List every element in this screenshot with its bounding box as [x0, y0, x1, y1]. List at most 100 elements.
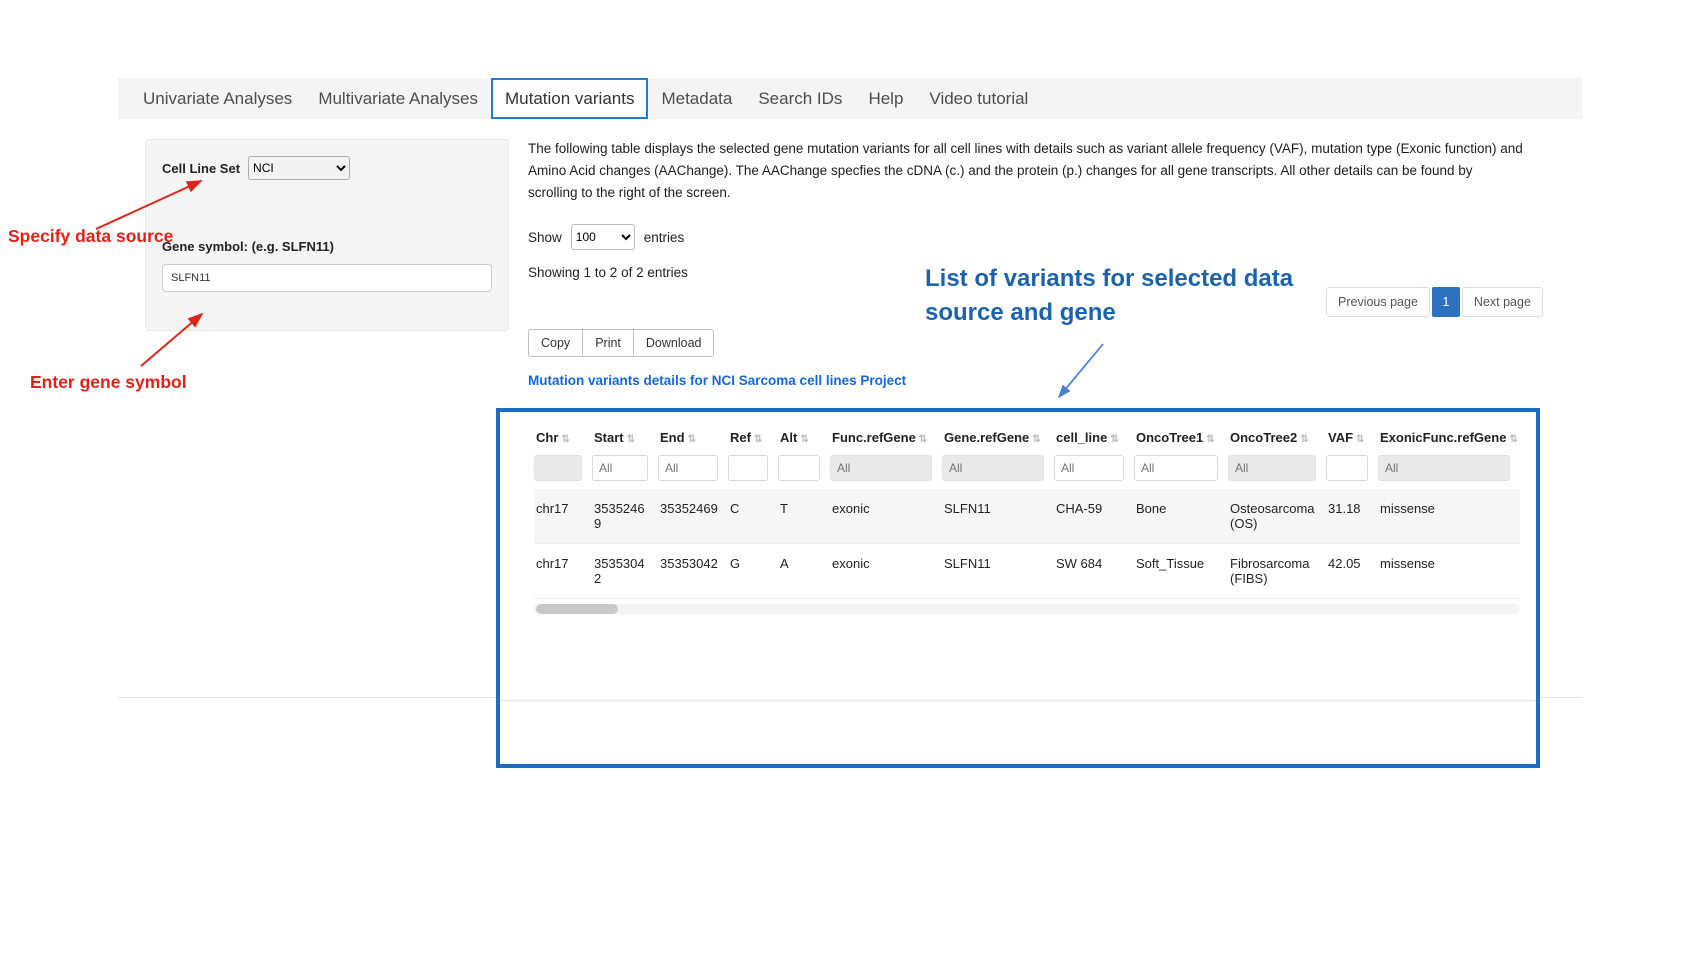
show-label: Show: [528, 230, 562, 245]
cell-oncotree2: Fibrosarcoma (FIBS): [1228, 544, 1326, 599]
cell-cell-line: CHA-59: [1054, 489, 1134, 544]
print-button[interactable]: Print: [582, 329, 634, 357]
cell-start: 35352469: [592, 489, 658, 544]
filter-input-start[interactable]: [592, 455, 648, 481]
cell-ref: G: [728, 544, 778, 599]
column-header-cell-line[interactable]: cell_line⇅: [1054, 424, 1134, 453]
filter-input-chr[interactable]: [534, 455, 582, 481]
sort-icon: ⇅: [800, 434, 808, 445]
cell-exonicfunc: missense: [1378, 544, 1520, 599]
sort-icon: ⇅: [627, 434, 635, 445]
cell-oncotree2: Osteosarcoma (OS): [1228, 489, 1326, 544]
horizontal-scrollbar[interactable]: [534, 604, 1520, 614]
table-title-link[interactable]: Mutation variants details for NCI Sarcom…: [528, 373, 906, 388]
download-button[interactable]: Download: [633, 329, 715, 357]
sort-icon: ⇅: [1206, 434, 1214, 445]
annotation-specify-data-source: Specify data source: [8, 226, 173, 247]
sort-icon: ⇅: [754, 434, 762, 445]
sort-icon: ⇅: [919, 434, 927, 445]
variants-table: Chr⇅ Start⇅ End⇅ Ref⇅ Alt⇅ Func.refGene⇅…: [534, 424, 1520, 599]
cell-alt: A: [778, 544, 830, 599]
cell-gene-refgene: SLFN11: [942, 544, 1054, 599]
page: Univariate Analyses Multivariate Analyse…: [0, 0, 1700, 956]
tab-video-tutorial[interactable]: Video tutorial: [916, 78, 1041, 119]
entries-per-page-select[interactable]: 100: [571, 224, 635, 250]
sort-icon: ⇅: [1509, 434, 1517, 445]
filter-input-cell-line[interactable]: [1054, 455, 1124, 481]
column-header-exonicfunc-refgene[interactable]: ExonicFunc.refGene⇅: [1378, 424, 1520, 453]
cell-vaf: 42.05: [1326, 544, 1378, 599]
filter-input-ref[interactable]: [728, 455, 768, 481]
column-header-ref[interactable]: Ref⇅: [728, 424, 778, 453]
cell-cell-line: SW 684: [1054, 544, 1134, 599]
cell-end: 35353042: [658, 544, 728, 599]
sort-icon: ⇅: [1032, 434, 1040, 445]
sort-icon: ⇅: [1356, 434, 1364, 445]
cell-chr: chr17: [534, 489, 592, 544]
sort-icon: ⇅: [561, 434, 569, 445]
column-header-chr[interactable]: Chr⇅: [534, 424, 592, 453]
table-row[interactable]: chr17 35353042 35353042 G A exonic SLFN1…: [534, 544, 1520, 599]
tab-help[interactable]: Help: [855, 78, 916, 119]
gene-symbol-input[interactable]: [162, 264, 492, 292]
tab-univariate-analyses[interactable]: Univariate Analyses: [130, 78, 305, 119]
cell-line-set-select[interactable]: NCI: [248, 156, 350, 180]
pagination: Previous page 1 Next page: [1326, 287, 1543, 317]
tab-metadata[interactable]: Metadata: [648, 78, 745, 119]
sort-icon: ⇅: [1110, 434, 1118, 445]
annotation-enter-gene-symbol: Enter gene symbol: [30, 372, 187, 393]
cell-line-set-label: Cell Line Set: [162, 161, 240, 176]
sort-icon: ⇅: [1300, 434, 1308, 445]
gene-symbol-label: Gene symbol: (e.g. SLFN11): [162, 239, 334, 254]
page-number-button[interactable]: 1: [1432, 287, 1460, 317]
cell-exonicfunc: missense: [1378, 489, 1520, 544]
column-header-gene-refgene[interactable]: Gene.refGene⇅: [942, 424, 1054, 453]
column-header-start[interactable]: Start⇅: [592, 424, 658, 453]
previous-page-button[interactable]: Previous page: [1326, 287, 1430, 317]
next-page-button[interactable]: Next page: [1462, 287, 1543, 317]
filter-input-end[interactable]: [658, 455, 718, 481]
cell-oncotree1: Bone: [1134, 489, 1228, 544]
tab-mutation-variants[interactable]: Mutation variants: [491, 78, 648, 119]
tab-search-ids[interactable]: Search IDs: [745, 78, 855, 119]
filter-input-gene-refgene[interactable]: [942, 455, 1044, 481]
export-button-group: Copy Print Download: [528, 329, 714, 357]
annotation-variants-list: List of variants for selected data sourc…: [925, 262, 1337, 330]
cell-oncotree1: Soft_Tissue: [1134, 544, 1228, 599]
filter-input-func-refgene[interactable]: [830, 455, 932, 481]
tab-multivariate-analyses[interactable]: Multivariate Analyses: [305, 78, 491, 119]
table-row[interactable]: chr17 35352469 35352469 C T exonic SLFN1…: [534, 489, 1520, 544]
blue-arrow-to-table: [1059, 344, 1103, 397]
column-header-end[interactable]: End⇅: [658, 424, 728, 453]
column-header-vaf[interactable]: VAF⇅: [1326, 424, 1378, 453]
main-nav: Univariate Analyses Multivariate Analyse…: [118, 78, 1582, 119]
cell-func-refgene: exonic: [830, 544, 942, 599]
filter-input-alt[interactable]: [778, 455, 820, 481]
controls-panel: Cell Line Set NCI Gene symbol: (e.g. SLF…: [145, 139, 509, 331]
show-entries-row: Show 100 entries: [528, 224, 684, 250]
cell-func-refgene: exonic: [830, 489, 942, 544]
scrollbar-thumb[interactable]: [536, 604, 618, 614]
variants-table-box: Chr⇅ Start⇅ End⇅ Ref⇅ Alt⇅ Func.refGene⇅…: [496, 408, 1540, 768]
filter-input-exonicfunc[interactable]: [1378, 455, 1510, 481]
cell-chr: chr17: [534, 544, 592, 599]
entries-label: entries: [644, 230, 685, 245]
filter-input-oncotree1[interactable]: [1134, 455, 1218, 481]
cell-ref: C: [728, 489, 778, 544]
column-header-oncotree2[interactable]: OncoTree2⇅: [1228, 424, 1326, 453]
cell-start: 35353042: [592, 544, 658, 599]
cell-alt: T: [778, 489, 830, 544]
table-description: The following table displays the selecte…: [528, 138, 1524, 204]
sort-icon: ⇅: [688, 434, 696, 445]
showing-entries-info: Showing 1 to 2 of 2 entries: [528, 265, 688, 280]
column-header-oncotree1[interactable]: OncoTree1⇅: [1134, 424, 1228, 453]
cell-end: 35352469: [658, 489, 728, 544]
cell-vaf: 31.18: [1326, 489, 1378, 544]
copy-button[interactable]: Copy: [528, 329, 583, 357]
table-bottom-border: [500, 700, 1536, 701]
header-row: Chr⇅ Start⇅ End⇅ Ref⇅ Alt⇅ Func.refGene⇅…: [534, 424, 1520, 453]
column-header-func-refgene[interactable]: Func.refGene⇅: [830, 424, 942, 453]
column-header-alt[interactable]: Alt⇅: [778, 424, 830, 453]
filter-input-vaf[interactable]: [1326, 455, 1368, 481]
filter-input-oncotree2[interactable]: [1228, 455, 1316, 481]
